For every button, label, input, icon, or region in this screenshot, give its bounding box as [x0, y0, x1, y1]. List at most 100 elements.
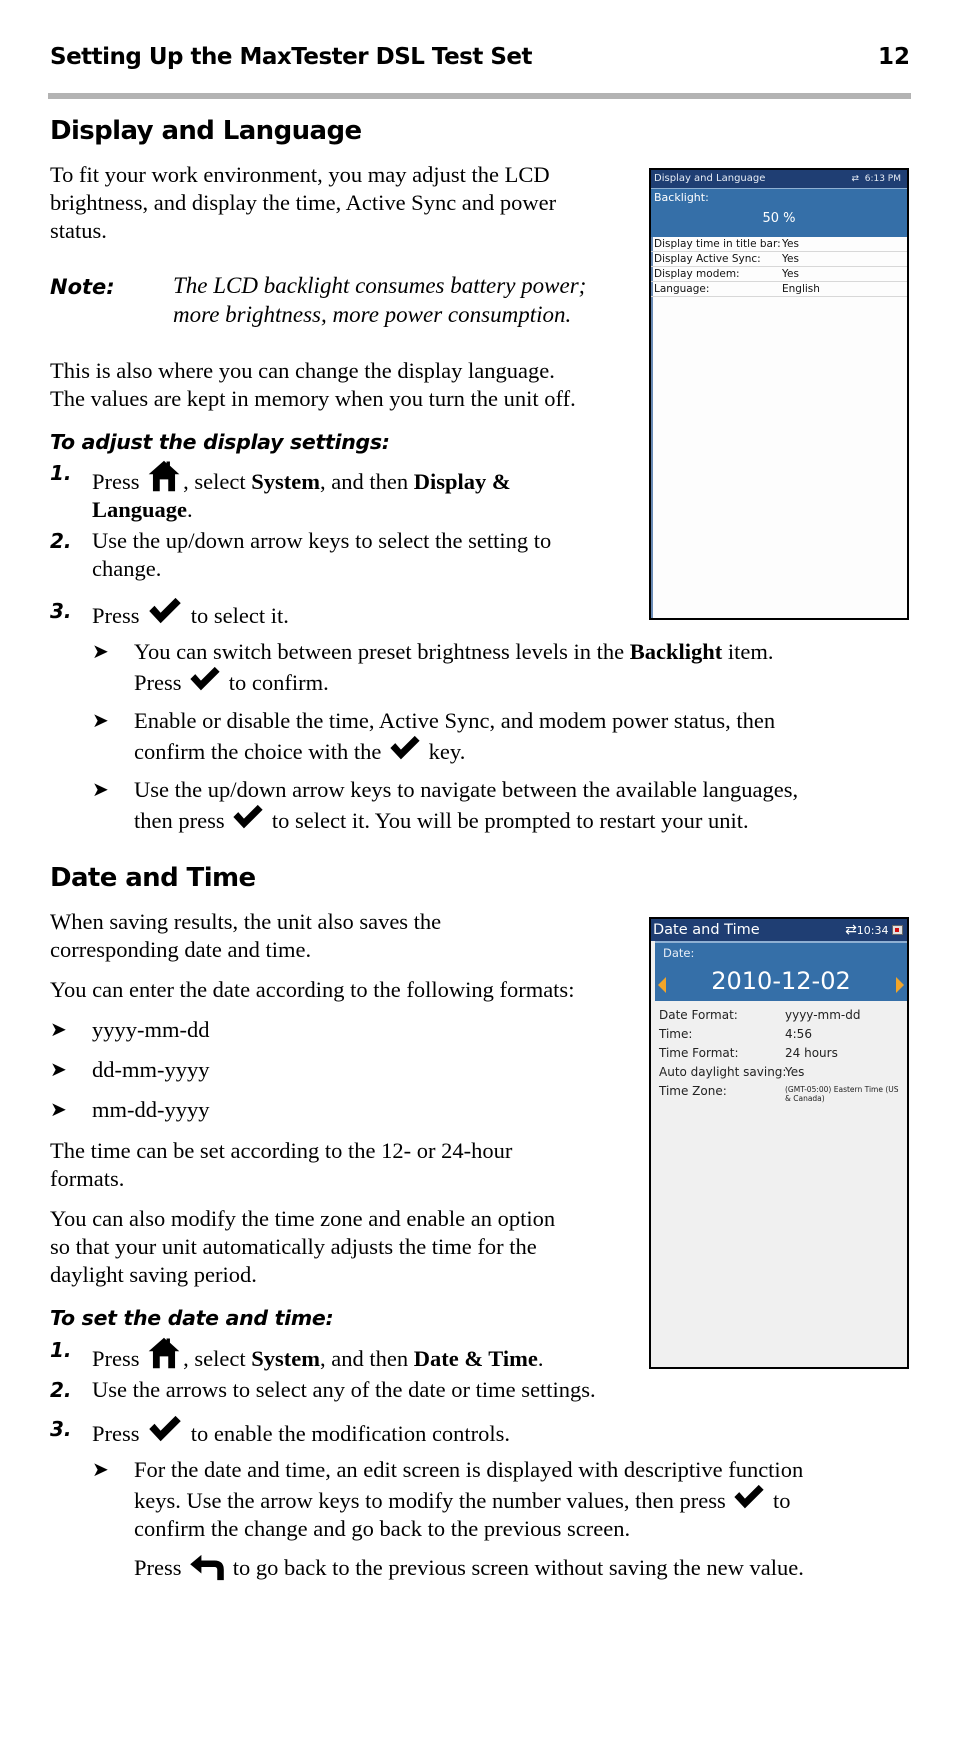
setting-value: 4:56: [785, 1027, 812, 1041]
page-number: 12: [877, 44, 910, 70]
text: Press: [92, 1346, 140, 1371]
step-number: 1.: [50, 461, 72, 485]
text-line: brightness, and display the time, Active…: [50, 190, 557, 215]
setting-value: (GMT-05:00) Eastern Time (US & Canada): [785, 1085, 899, 1103]
running-header: Setting Up the MaxTester DSL Test Set 12: [50, 40, 910, 80]
setting-label: Display Active Sync:: [654, 253, 761, 265]
header-divider: [48, 93, 911, 99]
bullet-arrow-icon: ➤: [50, 1019, 67, 1041]
step-number: 2.: [50, 529, 72, 553]
bullet-arrow-icon: ➤: [50, 1059, 67, 1081]
text-line: Use the up/down arrow keys to select the…: [92, 528, 552, 553]
display-paragraph-language: This is also where you can change the di…: [50, 357, 576, 413]
text-line: status.: [50, 218, 107, 243]
text: , and then: [319, 469, 414, 494]
setting-value: yyyy-mm-dd: [785, 1008, 861, 1022]
text: , select: [183, 469, 252, 494]
checkmark-icon: [230, 804, 266, 830]
checkmark-icon: [387, 735, 423, 761]
setting-row[interactable]: Time Format: 24 hours: [651, 1044, 907, 1063]
text-line: Enable or disable the time, Active Sync,…: [134, 708, 776, 733]
running-title: Setting Up the MaxTester DSL Test Set: [50, 44, 533, 70]
setting-row[interactable]: Auto daylight saving: Yes: [651, 1063, 907, 1082]
time-zone-paragraph: You can also modify the time zone and en…: [50, 1205, 555, 1289]
text: .: [537, 1346, 544, 1371]
screen-title: Display and Language: [654, 173, 766, 184]
text-line: formats.: [50, 1166, 125, 1191]
text-line: daylight saving period.: [50, 1262, 257, 1287]
setting-row[interactable]: Date Format: yyyy-mm-dd: [651, 1006, 907, 1025]
display-bullet-backlight: ➤ You can switch between preset brightne…: [92, 638, 912, 698]
setting-label: Time Zone:: [659, 1084, 727, 1098]
screen-title-bar: Date and Time ⇄10:34: [651, 919, 907, 941]
format-text: yyyy-mm-dd: [92, 1017, 210, 1042]
bullet-arrow-icon: ➤: [92, 779, 109, 801]
text: to select it. You will be prompted to re…: [271, 808, 749, 833]
setting-row[interactable]: Language: English: [651, 282, 907, 297]
text-line: confirm the change and go back to the pr…: [134, 1516, 631, 1541]
text: Press: [92, 603, 140, 628]
text: , and then: [319, 1346, 414, 1371]
setting-row[interactable]: Display Active Sync: Yes: [651, 252, 907, 267]
setting-value: 24 hours: [785, 1046, 838, 1060]
checkmark-icon: [187, 666, 223, 692]
format-text: mm-dd-yyyy: [92, 1097, 210, 1122]
text-line: The time can be set according to the 12-…: [50, 1138, 513, 1163]
text-bold: System: [251, 1346, 320, 1371]
setting-row[interactable]: Display modem: Yes: [651, 267, 907, 282]
bullet-arrow-icon: ➤: [92, 1459, 109, 1481]
time-format-paragraph: The time can be set according to the 12-…: [50, 1137, 512, 1193]
format-text: dd-mm-yyyy: [92, 1057, 210, 1082]
sync-arrows-icon: ⇄: [845, 922, 857, 938]
procedure-title-date: To set the date and time:: [50, 1306, 334, 1330]
screen-status: ⇄ 6:13 PM: [851, 170, 901, 188]
setting-label: Language:: [654, 283, 710, 295]
checkmark-icon: [145, 1415, 185, 1443]
date-step-2: 2. Use the arrows to select any of the d…: [50, 1376, 750, 1406]
bullet-arrow-icon: ➤: [92, 641, 109, 663]
backlight-setting[interactable]: Backlight: 50 %: [651, 188, 907, 237]
text: You can switch between preset brightness…: [134, 639, 630, 664]
text: item.: [722, 639, 774, 664]
procedure-title-display: To adjust the display settings:: [50, 430, 390, 454]
text-bold: Language: [92, 497, 188, 522]
back-arrow-icon: [187, 1553, 227, 1581]
battery-icon: [892, 925, 903, 935]
home-icon: [145, 459, 183, 493]
setting-row[interactable]: Time Zone: (GMT-05:00) Eastern Time (US &…: [651, 1082, 907, 1103]
bullet-arrow-icon: ➤: [50, 1099, 67, 1121]
date-formats-intro: You can enter the date according to the …: [50, 977, 575, 1002]
text-line: You can also modify the time zone and en…: [50, 1206, 556, 1231]
step-number: 3.: [50, 1417, 72, 1441]
screen-clock: 10:34: [856, 924, 889, 937]
next-arrow-icon[interactable]: [896, 977, 904, 993]
setting-row[interactable]: Display time in title bar: Yes: [651, 237, 907, 252]
setting-label: Auto daylight saving:: [659, 1065, 787, 1079]
setting-value: Yes: [782, 253, 799, 265]
setting-label: Time Format:: [659, 1046, 739, 1060]
text-line: Use the up/down arrow keys to navigate b…: [134, 777, 799, 802]
section-heading-date: Date and Time: [50, 863, 256, 893]
checkmark-icon: [145, 597, 185, 625]
text: to select it.: [190, 603, 289, 628]
text-line: This is also where you can change the di…: [50, 358, 555, 383]
text: Press: [134, 1555, 182, 1580]
text: Press: [92, 469, 140, 494]
date-format-item: ➤ yyyy-mm-dd: [50, 1016, 550, 1046]
screen-clock: 6:13 PM: [864, 174, 901, 184]
text-bold: Backlight: [629, 639, 723, 664]
text: confirm the choice with the: [134, 739, 382, 764]
date-selector[interactable]: 2010-12-02: [655, 963, 907, 1001]
screen-title: Date and Time: [653, 922, 760, 938]
setting-label: Display time in title bar:: [654, 238, 781, 250]
display-bullet-status: ➤ Enable or disable the time, Active Syn…: [92, 707, 912, 767]
date-intro: When saving results, the unit also saves…: [50, 908, 441, 964]
backlight-label: Backlight:: [654, 191, 709, 204]
date-value: 2010-12-02: [711, 967, 851, 995]
text-line: so that your unit automatically adjusts …: [50, 1234, 537, 1259]
text-line: more brightness, more power consumption.: [173, 302, 572, 327]
text: keys. Use the arrow keys to modify the n…: [134, 1488, 726, 1513]
step-number: 3.: [50, 599, 72, 623]
setting-row[interactable]: Time: 4:56: [651, 1025, 907, 1044]
text-line: change.: [92, 556, 162, 581]
